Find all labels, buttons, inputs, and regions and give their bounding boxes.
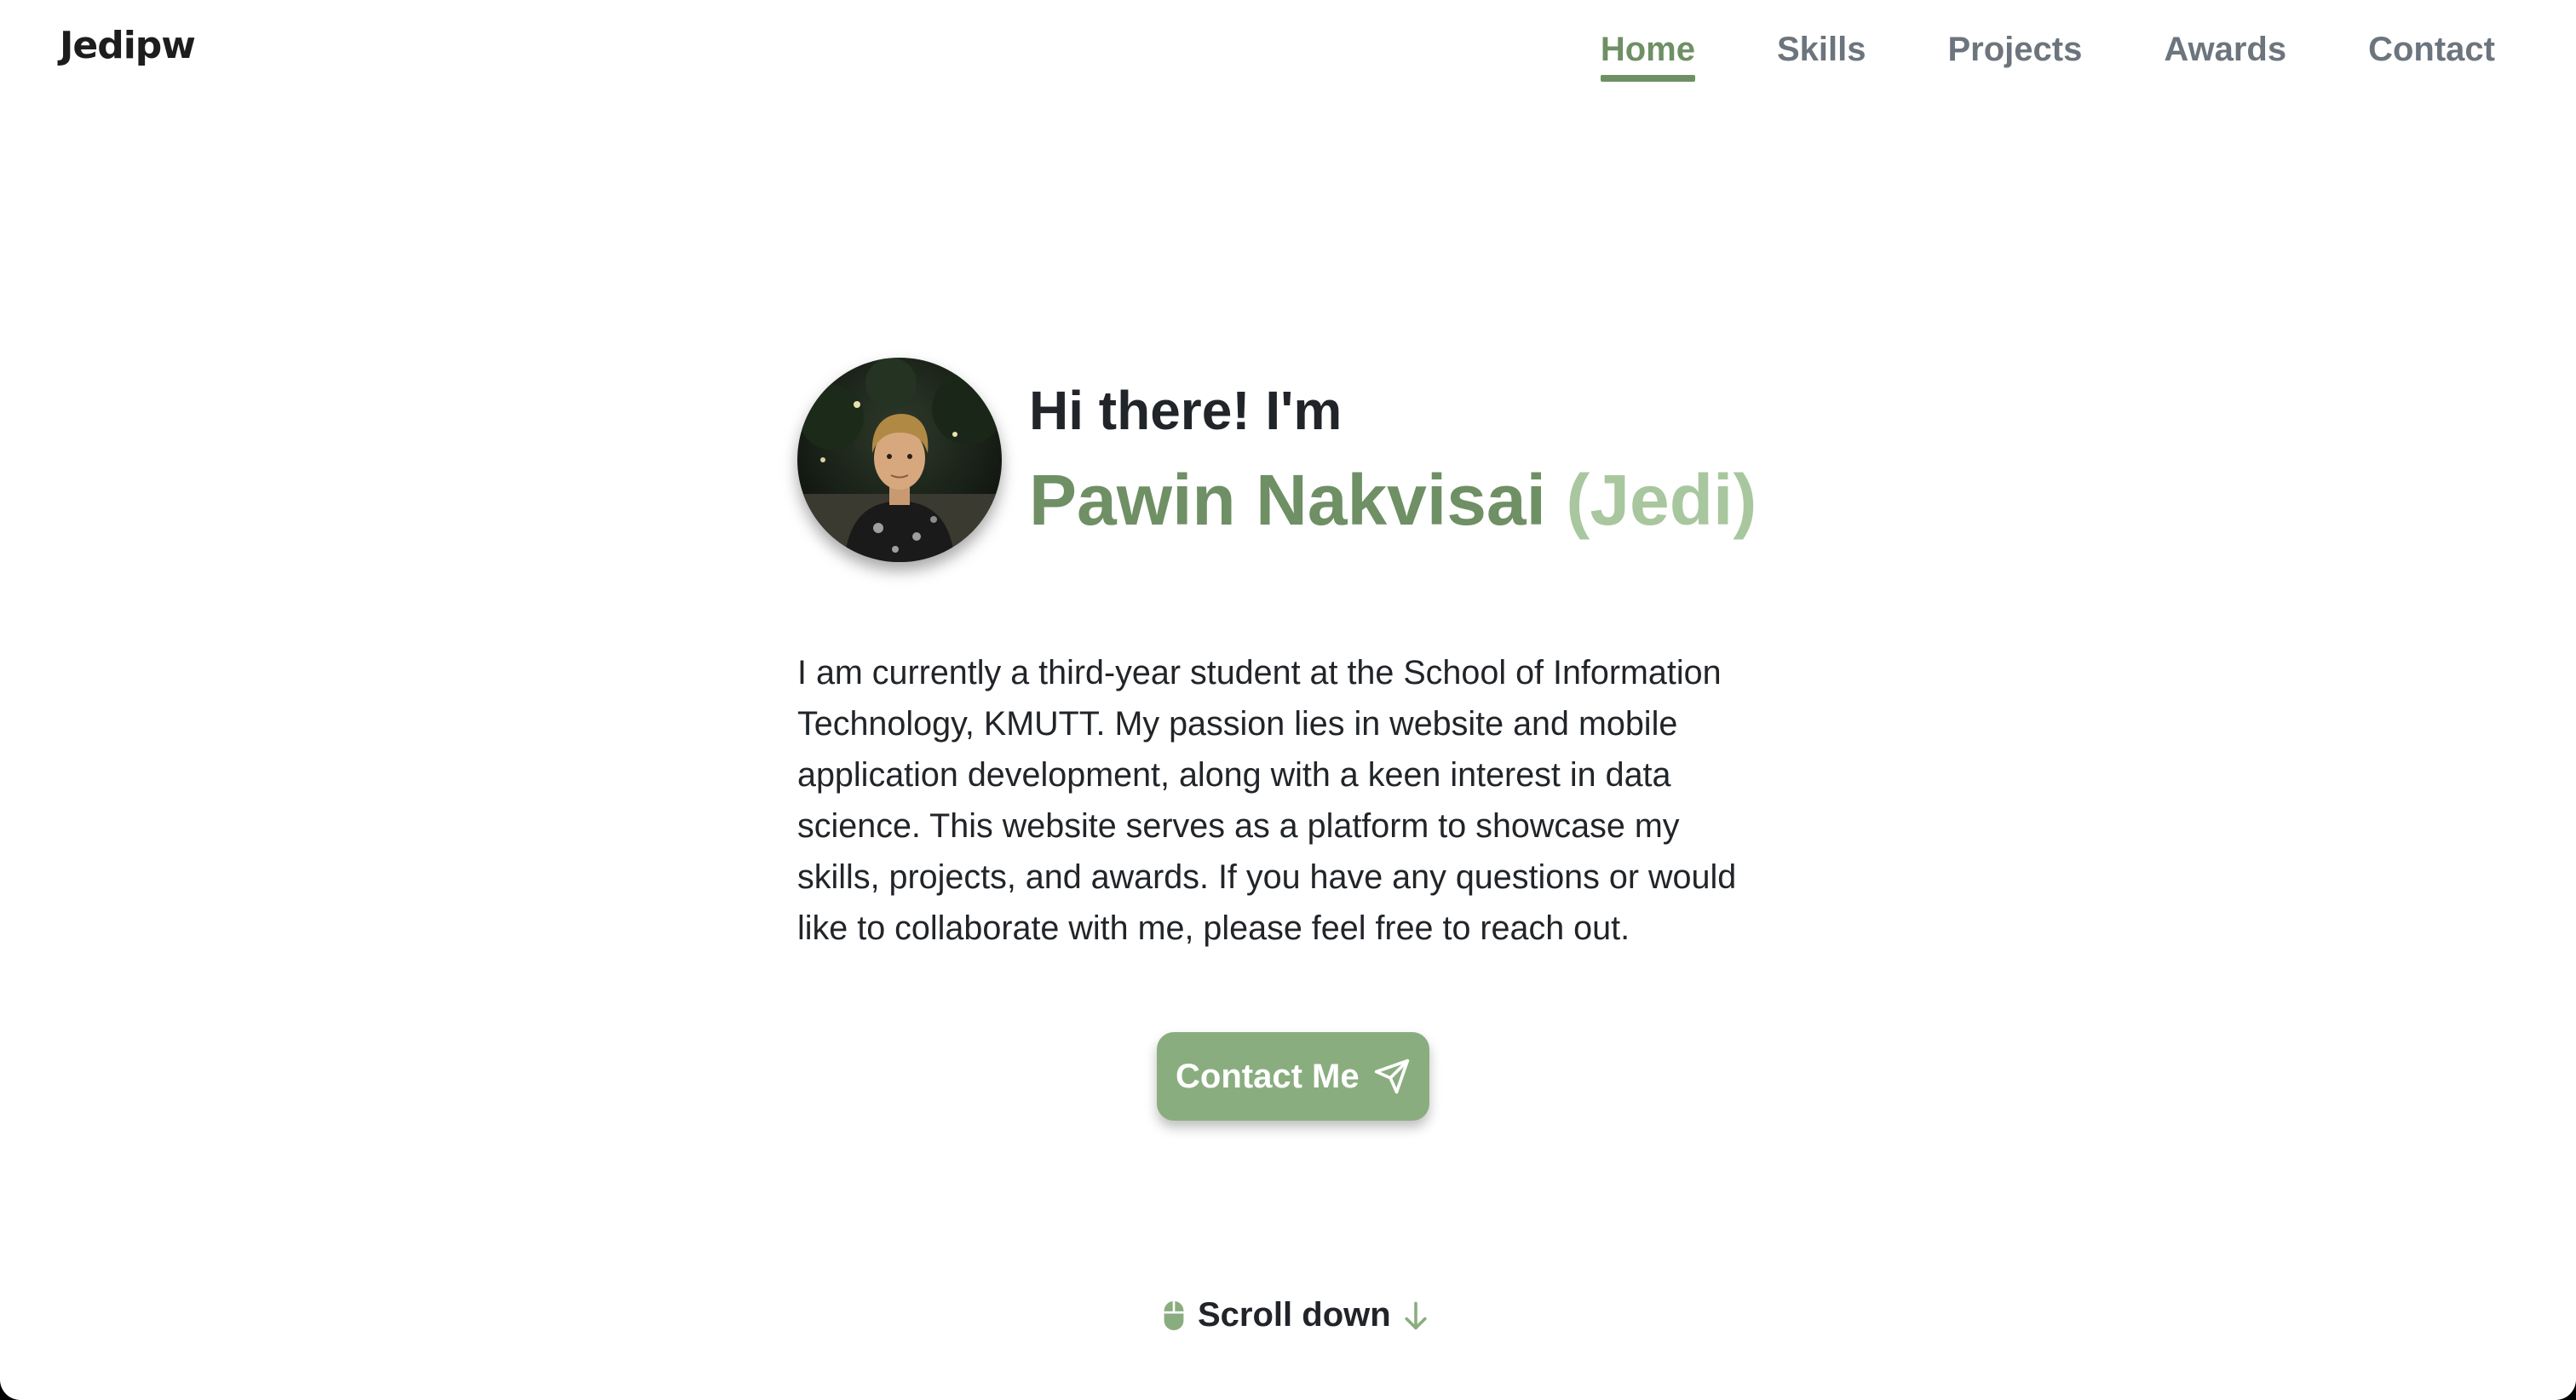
scroll-down-label: Scroll down [1198, 1296, 1391, 1334]
nickname: (Jedi) [1566, 460, 1757, 540]
site-logo[interactable]: Jedipw [60, 24, 196, 67]
cta-wrapper: Contact Me [1157, 1032, 1429, 1121]
arrow-down-icon [1403, 1300, 1429, 1331]
contact-me-button[interactable]: Contact Me [1157, 1032, 1429, 1121]
hero-section: Hi there! I'm Pawin Nakvisai (Jedi) I am… [797, 358, 1785, 954]
intro-text: Hi there! I'm Pawin Nakvisai (Jedi) [1029, 379, 1757, 541]
profile-avatar [797, 358, 1002, 562]
intro-row: Hi there! I'm Pawin Nakvisai (Jedi) [797, 358, 1785, 562]
full-name: Pawin Nakvisai (Jedi) [1029, 459, 1757, 541]
nav-home[interactable]: Home [1600, 27, 1696, 82]
contact-me-label: Contact Me [1176, 1057, 1360, 1095]
main-nav: Home Skills Projects Awards Contact [1600, 27, 2495, 82]
nav-awards[interactable]: Awards [2164, 27, 2286, 72]
mouse-icon [1162, 1300, 1186, 1332]
page: Jedipw Home Skills Projects Awards Conta… [0, 0, 2576, 1400]
send-icon [1373, 1058, 1411, 1095]
greeting: Hi there! I'm [1029, 380, 1343, 441]
nav-skills[interactable]: Skills [1777, 27, 1866, 72]
name: Pawin Nakvisai [1029, 460, 1546, 540]
nav-projects[interactable]: Projects [1947, 27, 2082, 72]
nav-contact[interactable]: Contact [2368, 27, 2495, 72]
bio-paragraph: I am currently a third-year student at t… [797, 654, 1737, 947]
site-header: Jedipw Home Skills Projects Awards Conta… [0, 0, 2576, 102]
scroll-down-link[interactable]: Scroll down [1162, 1296, 1429, 1334]
